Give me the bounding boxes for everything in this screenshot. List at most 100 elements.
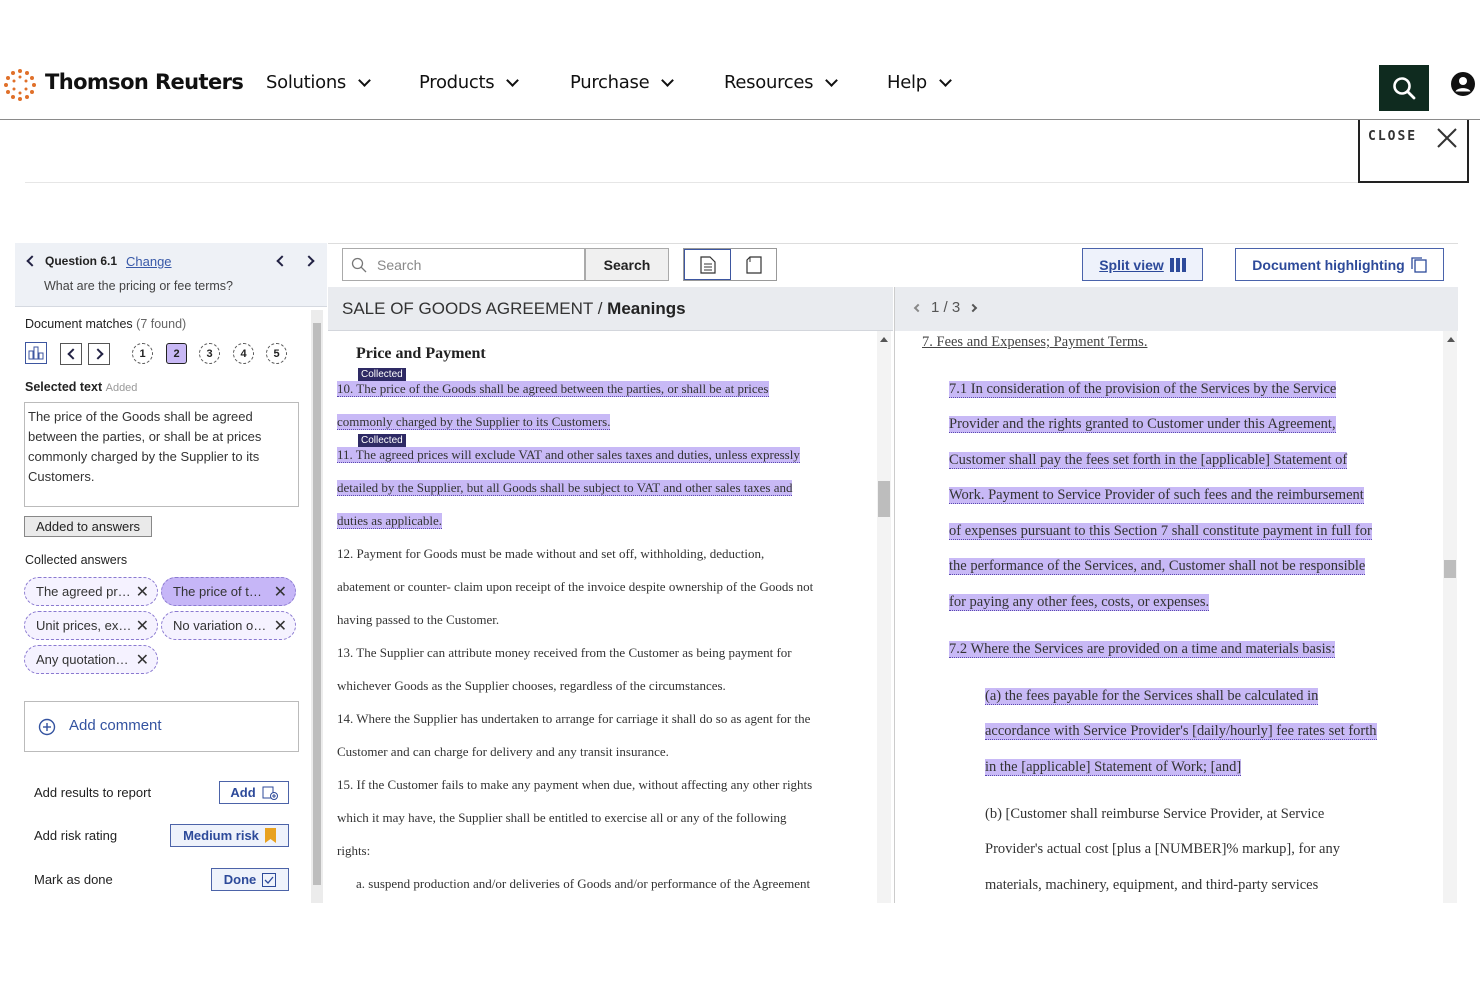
- document-line[interactable]: the performance of the Services, and, Cu…: [949, 558, 1366, 575]
- match-page-1[interactable]: 1: [132, 343, 153, 364]
- document-line[interactable]: (a) the fees payable for the Services sh…: [985, 688, 1319, 705]
- selected-text-area[interactable]: The price of the Goods shall be agreed b…: [24, 402, 299, 507]
- previous-question-icon[interactable]: [276, 255, 288, 267]
- nav-purchase[interactable]: Purchase: [570, 72, 675, 93]
- document-line: a. suspend production and/or deliveries …: [356, 876, 811, 891]
- document-matches-label: Document matches (7 found): [25, 317, 186, 331]
- chart-icon: [28, 346, 44, 360]
- split-view-button[interactable]: Split view: [1082, 248, 1203, 281]
- next-match-button[interactable]: [88, 343, 110, 365]
- close-icon[interactable]: ✕: [136, 650, 149, 670]
- match-overview-button[interactable]: [25, 342, 47, 364]
- document-search-input[interactable]: [377, 256, 567, 273]
- document-line[interactable]: of expenses pursuant to this Section 7 s…: [949, 523, 1372, 540]
- done-button[interactable]: Done: [211, 868, 289, 891]
- highlighted-text[interactable]: 7.1 In consideration of the provision of…: [949, 381, 1337, 398]
- next-question-icon[interactable]: [303, 255, 315, 267]
- chevron-down-icon: [661, 73, 675, 87]
- document-highlighting-button[interactable]: Document highlighting: [1235, 248, 1444, 281]
- checkbox-checked-icon: [262, 872, 277, 887]
- change-question-link[interactable]: Change: [126, 254, 172, 269]
- highlighted-text[interactable]: Customer shall pay the fees set forth in…: [949, 452, 1348, 469]
- document-scrollbar[interactable]: [877, 331, 891, 903]
- document-line[interactable]: Customer shall pay the fees set forth in…: [949, 452, 1348, 469]
- document-line[interactable]: for paying any other fees, costs, or exp…: [949, 594, 1210, 611]
- thomson-reuters-logo-icon[interactable]: [3, 68, 37, 106]
- nav-solutions[interactable]: Solutions: [266, 72, 371, 93]
- highlighted-text[interactable]: 11. The agreed prices will exclude VAT a…: [337, 447, 800, 463]
- document-line[interactable]: 10. The price of the Goods shall be agre…: [337, 381, 769, 397]
- risk-rating-button[interactable]: Medium risk: [170, 824, 289, 847]
- match-page-2[interactable]: 2: [166, 343, 187, 364]
- close-icon[interactable]: ✕: [274, 582, 287, 602]
- document-line[interactable]: 11. The agreed prices will exclude VAT a…: [337, 447, 800, 463]
- document-line[interactable]: commonly charged by the Supplier to its …: [337, 414, 611, 430]
- comparison-scrollbar[interactable]: [1443, 331, 1457, 903]
- document-line[interactable]: accordance with Service Provider's [dail…: [985, 723, 1377, 740]
- document-line[interactable]: duties as applicable.: [337, 513, 443, 529]
- document-view-button[interactable]: [684, 249, 731, 280]
- document-line: (b) [Customer shall reimburse Service Pr…: [985, 806, 1325, 822]
- highlighted-text[interactable]: 7.2 Where the Services are provided on a…: [949, 641, 1336, 658]
- answer-chip[interactable]: The price of t… ✕: [161, 577, 296, 606]
- document-search-field[interactable]: [342, 248, 585, 281]
- add-to-report-button[interactable]: Add: [219, 781, 289, 804]
- match-page-4[interactable]: 4: [233, 343, 254, 364]
- document-scrollbar-thumb[interactable]: [878, 481, 890, 517]
- previous-match-button[interactable]: [60, 343, 82, 365]
- answer-chip[interactable]: Unit prices, ex… ✕: [24, 611, 158, 640]
- highlighted-text[interactable]: in the [applicable] Statement of Work; […: [985, 759, 1242, 776]
- document-line: 12. Payment for Goods must be made witho…: [337, 546, 765, 561]
- highlighted-text[interactable]: of expenses pursuant to this Section 7 s…: [949, 523, 1372, 540]
- page-view-button[interactable]: [731, 249, 776, 280]
- answer-chip[interactable]: Any quotation… ✕: [24, 645, 158, 674]
- answer-chip[interactable]: The agreed pr… ✕: [24, 577, 158, 606]
- add-comment-button[interactable]: Add comment: [24, 701, 299, 752]
- highlighted-text[interactable]: 10. The price of the Goods shall be agre…: [337, 381, 769, 397]
- document-line[interactable]: Work. Payment to Service Provider of suc…: [949, 487, 1364, 504]
- nav-resources[interactable]: Resources: [724, 72, 839, 93]
- highlighted-text[interactable]: detailed by the Supplier, but all Goods …: [337, 480, 793, 496]
- search-submit-button[interactable]: Search: [585, 248, 669, 281]
- answer-chip[interactable]: No variation o… ✕: [161, 611, 296, 640]
- comparison-document-header: 1 / 3: [894, 287, 1458, 331]
- nav-products[interactable]: Products: [419, 72, 520, 93]
- document-line[interactable]: in the [applicable] Statement of Work; […: [985, 759, 1242, 776]
- added-to-answers-button[interactable]: Added to answers: [24, 516, 152, 537]
- next-page-icon[interactable]: [968, 303, 978, 312]
- risk-rating-value: Medium risk: [183, 828, 259, 843]
- close-icon[interactable]: ✕: [136, 616, 149, 636]
- chevron-down-icon: [825, 73, 839, 87]
- view-mode-toggle[interactable]: [683, 248, 777, 281]
- document-line[interactable]: 7.1 In consideration of the provision of…: [949, 381, 1337, 398]
- user-account-icon[interactable]: [1451, 72, 1475, 100]
- previous-page-icon[interactable]: [913, 303, 923, 312]
- document-line[interactable]: Provider and the rights granted to Custo…: [949, 416, 1336, 433]
- nav-help[interactable]: Help: [887, 72, 952, 93]
- close-icon[interactable]: ✕: [136, 582, 149, 602]
- highlighted-text[interactable]: for paying any other fees, costs, or exp…: [949, 594, 1210, 611]
- brand-name[interactable]: Thomson Reuters: [45, 70, 244, 94]
- match-page-5[interactable]: 5: [266, 343, 287, 364]
- header-search-button[interactable]: [1379, 65, 1429, 111]
- comparison-scrollbar-thumb[interactable]: [1444, 560, 1456, 578]
- close-icon[interactable]: ✕: [274, 616, 287, 636]
- highlighted-text[interactable]: Provider and the rights granted to Custo…: [949, 416, 1336, 433]
- highlighted-text[interactable]: commonly charged by the Supplier to its …: [337, 414, 611, 430]
- document-line: abatement or counter- claim upon receipt…: [337, 579, 814, 594]
- document-title: SALE OF GOODS AGREEMENT / Meanings: [342, 299, 686, 319]
- highlighted-text[interactable]: accordance with Service Provider's [dail…: [985, 723, 1377, 740]
- close-button[interactable]: CLOSE: [1358, 120, 1469, 183]
- highlighted-text[interactable]: the performance of the Services, and, Cu…: [949, 558, 1366, 575]
- search-icon: [351, 257, 367, 272]
- panel-scrollbar-thumb[interactable]: [313, 323, 321, 885]
- document-line[interactable]: detailed by the Supplier, but all Goods …: [337, 480, 793, 496]
- scroll-up-icon[interactable]: [880, 337, 888, 342]
- highlighted-text[interactable]: (a) the fees payable for the Services sh…: [985, 688, 1319, 705]
- document-line[interactable]: 7.2 Where the Services are provided on a…: [949, 641, 1336, 658]
- match-page-3[interactable]: 3: [199, 343, 220, 364]
- scroll-up-icon[interactable]: [1447, 337, 1455, 342]
- highlighted-text[interactable]: duties as applicable.: [337, 513, 443, 529]
- chevron-left-icon[interactable]: [26, 255, 38, 267]
- highlighted-text[interactable]: Work. Payment to Service Provider of suc…: [949, 487, 1364, 504]
